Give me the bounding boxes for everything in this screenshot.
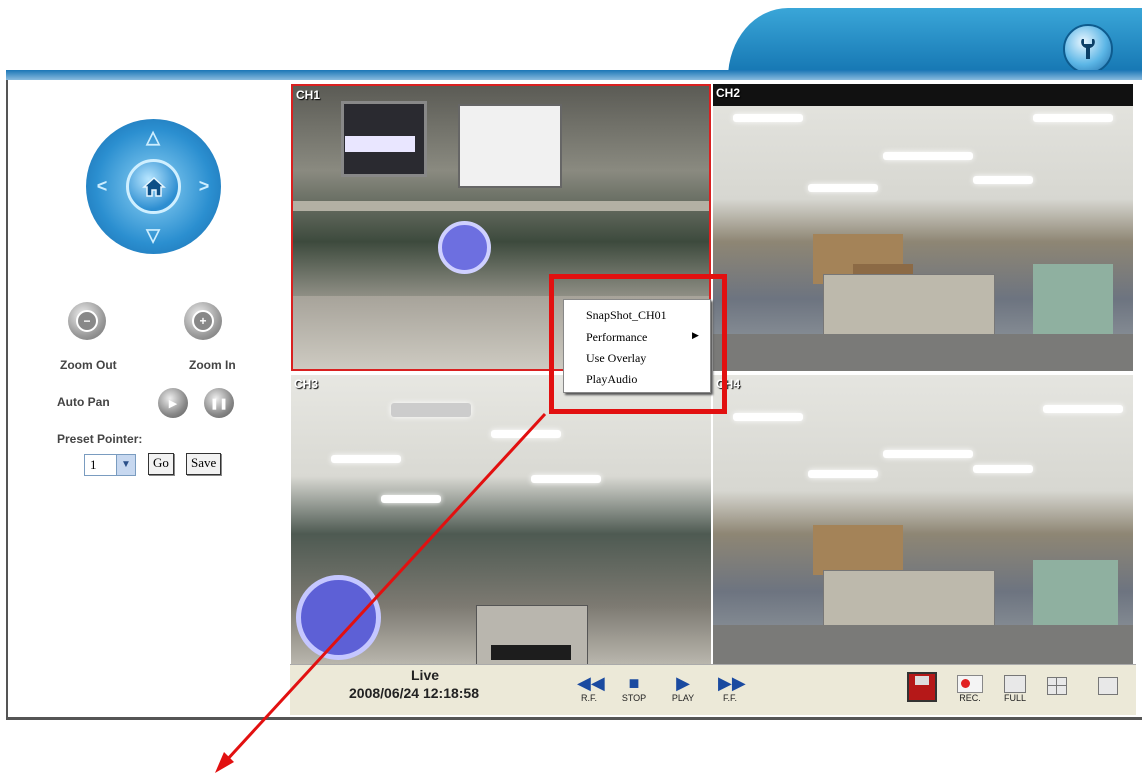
annotation-arrow — [215, 412, 547, 773]
